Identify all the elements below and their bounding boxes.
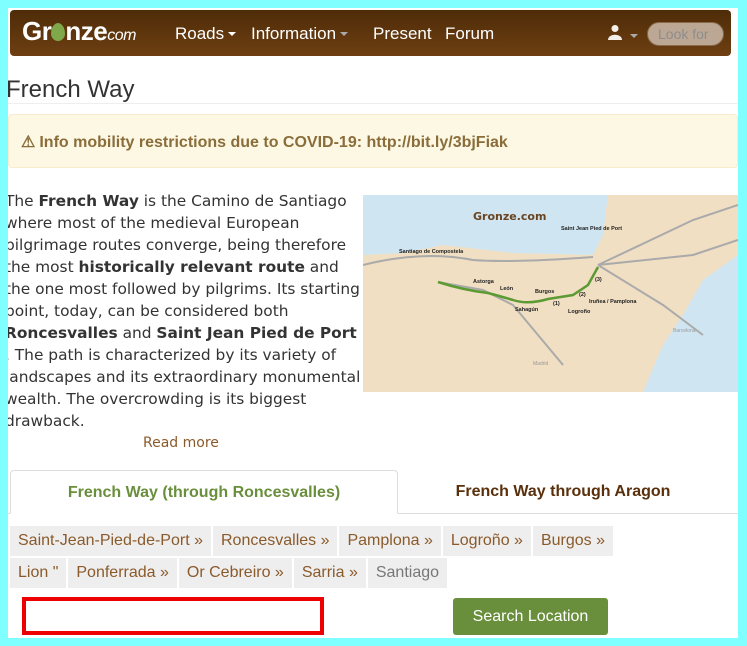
stage-link[interactable]: Roncesvalles » [212,526,338,556]
map-label: Iruñea / Pamplona [589,299,637,305]
stage-link[interactable]: Lion " [10,558,67,588]
intro-text: . The path is characterized by its varie… [8,346,361,430]
divider [8,103,738,104]
page: Gr nzecom Roads Information Present Forum… [8,8,738,638]
stage-link[interactable]: Logroño » [442,526,531,556]
map-label: Astorga [473,279,495,285]
caret-down-icon [340,32,349,36]
stage-link[interactable]: Burgos » [532,526,613,556]
tab-aragon[interactable]: French Way through Aragon [398,470,728,514]
warning-triangle-icon: ⚠ [21,134,36,151]
stage-link[interactable]: Ponferrada » [68,558,177,588]
nav-roads[interactable]: Roads [175,24,237,44]
tab-roncesvalles[interactable]: French Way (through Roncesvalles) [10,470,398,514]
read-more-link[interactable]: Read more [143,435,219,451]
caret-down-icon [228,32,237,36]
nav-information[interactable]: Information [251,24,349,44]
map-label: Sahagún [515,307,539,313]
map-label: (3) [595,277,602,283]
stage-link[interactable]: Sarria » [293,558,366,588]
user-icon[interactable] [608,24,622,40]
stage-link[interactable]: Saint-Jean-Pied-de-Port » [10,526,211,556]
search-location-button[interactable]: Search Location [453,598,608,635]
map-label: León [500,286,514,292]
map-label: (1) [553,301,560,307]
intro-bold-text: Saint Jean Pied de Port [156,324,357,342]
stage-link[interactable]: Pamplona » [339,526,441,556]
intro-bold-text: historically relevant route [78,258,305,276]
route-map[interactable]: Gronze.com Santiago de Compostela Astorg… [363,195,738,392]
navbar: Gr nzecom Roads Information Present Forum… [10,10,731,56]
nav-forum[interactable]: Forum [445,24,494,44]
intro-text: The [8,192,39,210]
stage-list: Saint-Jean-Pied-de-Port » Roncesvalles » P… [10,526,730,590]
map-label: Santiago de Compostela [399,249,464,255]
location-search-input[interactable] [22,597,324,635]
nav-present[interactable]: Present [373,24,432,44]
map-label: Logroño [568,309,591,315]
covid-alert: ⚠ Info mobility restrictions due to COVID… [8,114,738,168]
map-label: (2) [579,292,586,298]
map-label: Burgos [535,289,554,295]
logo[interactable]: Gr nzecom [22,16,136,47]
map-logo: Gronze.com [473,210,546,223]
intro-text: and [117,324,157,342]
stage-link[interactable]: Santiago [367,558,448,588]
stage-link[interactable]: Or Cebreiro » [178,558,292,588]
page-title: French Way [8,76,135,103]
intro-bold-text: French Way [38,192,139,210]
map-label: Madrid [533,361,549,367]
route-tabs: French Way (through Roncesvalles) French… [8,470,738,514]
site-search-input[interactable]: Look for [647,22,724,46]
intro-bold-text: Roncesvalles [8,324,118,342]
caret-down-icon[interactable] [630,34,638,38]
map-label: Barcelona [673,328,696,334]
intro-paragraph: The French Way is the Camino de Santiago… [8,190,361,432]
map-label: Saint Jean Pied de Port [561,226,622,232]
